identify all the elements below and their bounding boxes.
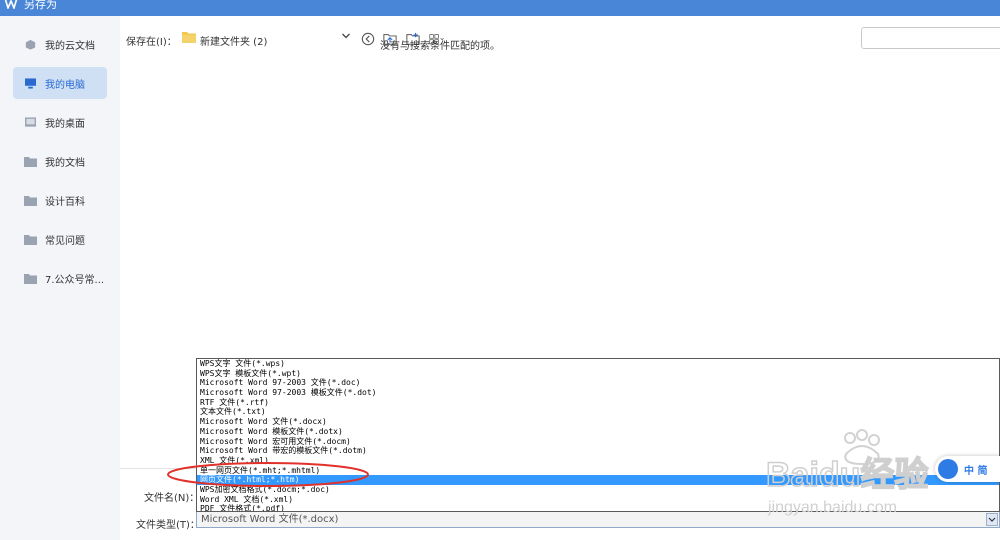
sidebar-item-my-documents[interactable]: 我的文档 (13, 145, 107, 177)
view-mode-icon[interactable] (429, 32, 445, 46)
filetype-option[interactable]: Microsoft Word 宏可用文件(*.docm) (197, 437, 999, 447)
filetype-option[interactable]: WPS文字 模板文件(*.wpt) (197, 369, 999, 379)
filetype-option[interactable]: Microsoft Word 带宏的模板文件(*.dotm) (197, 446, 999, 456)
title-bar: 另存为 (0, 0, 1000, 16)
sidebar: 我的云文档 我的电脑 我的桌面 我的文档 设计百科 常见问题 7.公众号常... (0, 16, 120, 540)
sidebar-item-cloud-docs[interactable]: 我的云文档 (13, 28, 107, 60)
chevron-down-icon[interactable] (341, 31, 351, 41)
filetype-dropdown-list[interactable]: WPS文字 文件(*.wps) WPS文字 模板文件(*.wpt) Microsof… (196, 358, 1000, 512)
desktop-icon (25, 116, 36, 127)
filetype-option[interactable]: 单一网页文件(*.mht;*.mhtml) (197, 466, 999, 476)
filetype-option[interactable]: WPS加密文档格式(*.docm;*.doc) (197, 485, 999, 495)
filetype-option[interactable]: Microsoft Word 97-2003 文件(*.doc) (197, 378, 999, 388)
folder-icon (24, 234, 37, 245)
wps-logo-icon (4, 0, 18, 9)
filetype-option[interactable]: RTF 文件(*.rtf) (197, 398, 999, 408)
search-circle-icon (938, 459, 958, 479)
sidebar-item-public-account[interactable]: 7.公众号常... (13, 262, 107, 294)
up-folder-icon[interactable] (382, 32, 398, 46)
save-in-label: 保存在(I)： (126, 37, 177, 48)
search-input[interactable] (861, 27, 1000, 49)
filetype-option[interactable]: XML 文件(*.xml) (197, 456, 999, 466)
window-title: 另存为 (24, 0, 57, 11)
folder-icon (24, 156, 37, 167)
sidebar-item-my-desktop[interactable]: 我的桌面 (13, 106, 107, 138)
computer-icon (25, 77, 36, 89)
sidebar-item-my-computer[interactable]: 我的电脑 (13, 67, 107, 99)
filetype-option[interactable]: Microsoft Word 文件(*.docx) (197, 417, 999, 427)
filename-label: 文件名(N)： (144, 493, 200, 504)
new-folder-icon[interactable] (405, 32, 421, 46)
filetype-label: 文件类型(T)： (136, 520, 200, 531)
filetype-select[interactable]: Microsoft Word 文件(*.docx) (196, 511, 1000, 528)
filetype-option[interactable]: PDF 文件格式(*.pdf) (197, 504, 999, 511)
folder-yellow-icon (182, 32, 196, 43)
filetype-option[interactable]: WPS文字 文件(*.wps) (197, 359, 999, 369)
filetype-option[interactable]: 文本文件(*.txt) (197, 407, 999, 417)
language-badge[interactable]: 中 简 (935, 456, 1000, 482)
filetype-option[interactable]: Microsoft Word 97-2003 模板文件(*.dot) (197, 388, 999, 398)
sidebar-item-design-wiki[interactable]: 设计百科 (13, 184, 107, 216)
dropdown-arrow-icon[interactable] (986, 513, 998, 526)
filetype-option[interactable]: Word XML 文档(*.xml) (197, 495, 999, 505)
filetype-option[interactable]: 网页文件(*.html;*.htm) (197, 475, 999, 485)
filetype-option[interactable]: Microsoft Word 模板文件(*.dotx) (197, 427, 999, 437)
save-location-combobox[interactable]: 新建文件夹 (2) (200, 33, 267, 48)
cloud-doc-icon (25, 39, 36, 50)
folder-icon (24, 195, 37, 206)
sidebar-item-faq[interactable]: 常见问题 (13, 223, 107, 255)
back-icon[interactable] (360, 32, 376, 46)
folder-icon (24, 273, 37, 284)
